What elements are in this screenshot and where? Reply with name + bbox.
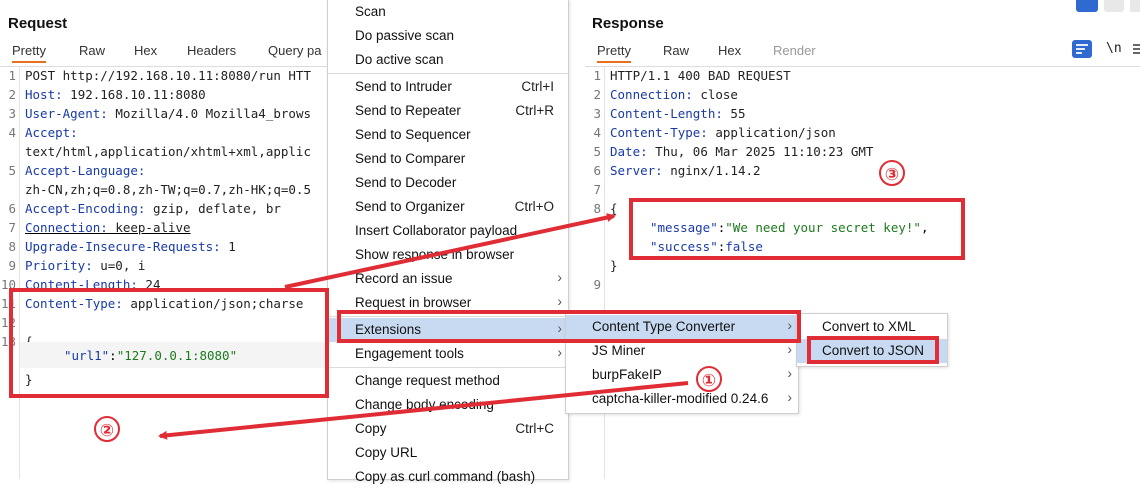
annotation-arrows xyxy=(158,213,689,440)
arrow-to-response xyxy=(284,213,616,289)
annotation-number-3: ③ xyxy=(879,160,905,186)
annotation-number-1: ① xyxy=(696,366,722,392)
annotation-number-2: ② xyxy=(94,416,120,442)
arrow-to-request xyxy=(158,381,689,440)
